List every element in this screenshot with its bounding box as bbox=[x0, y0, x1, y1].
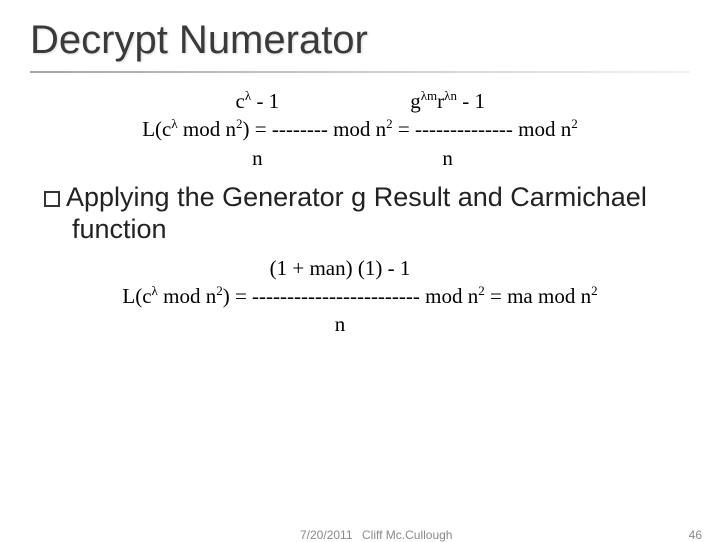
bullet-box-icon bbox=[44, 191, 60, 207]
equation-1: cλ - 1 gλmrλn - 1 L(cλ mod n2) = -------… bbox=[0, 87, 720, 172]
eq2-m4e: 2 bbox=[591, 283, 598, 298]
eq1-c-tail: - 1 bbox=[251, 89, 279, 113]
eq2-top: (1 + man) (1) - 1 bbox=[220, 254, 460, 282]
eq2-bottom-row: n bbox=[0, 310, 720, 338]
eq1-m4: = -------------- mod n bbox=[393, 117, 572, 141]
eq2-n: n bbox=[220, 310, 460, 338]
eq1-g: g bbox=[410, 89, 421, 113]
eq1-g-exp: λm bbox=[421, 88, 437, 103]
eq2-m1: L(c bbox=[122, 284, 151, 308]
title-underline bbox=[30, 71, 690, 73]
eq2-top-row: (1 + man) (1) - 1 bbox=[0, 254, 720, 282]
eq1-bottom-row: n n bbox=[0, 144, 720, 172]
eq1-top-row: cλ - 1 gλmrλn - 1 bbox=[0, 87, 720, 115]
eq1-m1: L(c bbox=[142, 117, 171, 141]
eq1-m2: mod n bbox=[178, 117, 236, 141]
eq1-m3: ) = -------- mod n bbox=[243, 117, 387, 141]
eq2-m4: = ma mod n bbox=[485, 284, 591, 308]
eq1-c: c bbox=[236, 89, 245, 113]
eq1-tr-tail: - 1 bbox=[457, 89, 485, 113]
eq1-m4e: 2 bbox=[571, 116, 578, 131]
eq1-mid-row: L(cλ mod n2) = -------- mod n2 = -------… bbox=[0, 115, 720, 143]
bullet-text-1: Applying the Generator g Result and bbox=[66, 182, 510, 212]
slide-title: Decrypt Numerator bbox=[0, 0, 720, 63]
eq2-m3: ) = ------------------------ mod n bbox=[223, 284, 479, 308]
eq2-mid-row: L(cλ mod n2) = ------------------------ … bbox=[0, 282, 720, 310]
bullet-point: Applying the Generator g Result and Carm… bbox=[28, 172, 720, 246]
equation-2: (1 + man) (1) - 1 L(cλ mod n2) = -------… bbox=[0, 254, 720, 339]
eq1-n2: n bbox=[348, 144, 548, 172]
eq1-r-exp: λn bbox=[444, 88, 457, 103]
eq1-n1: n bbox=[172, 144, 342, 172]
eq2-m2: mod n bbox=[158, 284, 216, 308]
